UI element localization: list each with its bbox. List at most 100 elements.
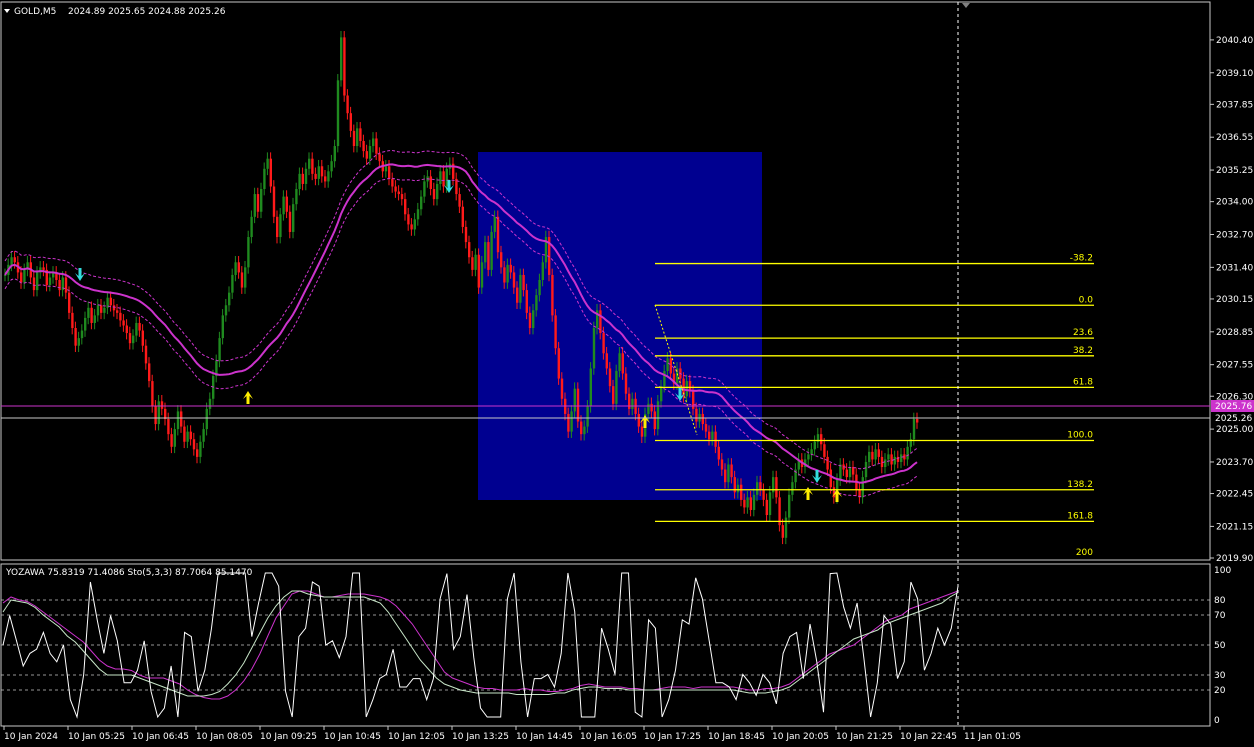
candle-body bbox=[263, 168, 266, 190]
time-tick-label: 10 Jan 09:25 bbox=[260, 732, 317, 742]
candle-body bbox=[23, 269, 26, 283]
dropdown-triangle-icon[interactable] bbox=[4, 9, 10, 13]
candle-body bbox=[740, 484, 743, 500]
candle-body bbox=[519, 274, 522, 303]
candle-body bbox=[237, 262, 240, 273]
candle-body bbox=[576, 388, 580, 422]
candle-body bbox=[112, 305, 116, 311]
time-axis[interactable]: 10 Jan 2024 10 Jan 05:25 10 Jan 06:45 10 Ja… bbox=[3, 726, 1021, 742]
candle-body bbox=[343, 37, 346, 96]
candle-body bbox=[292, 204, 295, 232]
candle-body bbox=[160, 401, 164, 409]
candle-body bbox=[592, 328, 596, 369]
candle-body bbox=[573, 388, 576, 412]
candle-body bbox=[144, 345, 148, 364]
candle-body bbox=[621, 353, 624, 374]
candle-body bbox=[221, 315, 224, 339]
price-axis[interactable]: 2040.40 2039.10 2037.85 2036.55 2035.25 2034.… bbox=[1210, 36, 1253, 564]
candle-body bbox=[602, 333, 605, 354]
candle-body bbox=[756, 482, 759, 495]
time-tick-label: 10 Jan 10:45 bbox=[324, 732, 381, 742]
candle-body bbox=[480, 262, 484, 288]
period-separator-marker bbox=[962, 3, 970, 8]
candle-body bbox=[138, 322, 141, 331]
candle-body bbox=[877, 449, 880, 457]
candle-body bbox=[48, 277, 52, 286]
indicator-levels: 100 80 70 50 30 20 0 bbox=[1, 566, 1231, 726]
candle-body bbox=[487, 242, 490, 270]
candle-body bbox=[301, 173, 304, 184]
candle-body bbox=[631, 398, 634, 409]
fib-level-label: 138.2 bbox=[1067, 480, 1093, 490]
candle-body bbox=[439, 171, 442, 184]
candle-body bbox=[176, 411, 180, 430]
candle-body bbox=[420, 196, 423, 210]
candle-body bbox=[656, 401, 660, 430]
candle-body bbox=[103, 307, 106, 313]
candle-body bbox=[874, 449, 877, 460]
candle-body bbox=[436, 183, 439, 200]
candle-body bbox=[484, 242, 487, 263]
candle-body bbox=[551, 274, 554, 316]
candle-body bbox=[397, 191, 400, 195]
candle-body bbox=[560, 378, 564, 399]
price-tick-label: 2037.85 bbox=[1216, 100, 1253, 110]
candle-body bbox=[416, 209, 420, 220]
candle-body bbox=[224, 305, 228, 316]
candle-body bbox=[183, 426, 186, 442]
candle-body bbox=[42, 267, 45, 270]
candle-body bbox=[58, 279, 61, 291]
ohlc-values: 2024.89 2025.65 2024.88 2025.26 bbox=[68, 7, 226, 17]
candle-body bbox=[608, 368, 612, 387]
candle-body bbox=[823, 444, 826, 457]
candle-body bbox=[474, 254, 477, 270]
candle-body bbox=[167, 418, 170, 435]
indicator-level-label: 80 bbox=[1214, 596, 1226, 606]
candle-body bbox=[512, 272, 516, 288]
symbol-label: GOLD,M5 bbox=[14, 7, 56, 17]
candle-body bbox=[580, 421, 583, 435]
candle-body bbox=[266, 158, 269, 169]
indicator-level-label: 20 bbox=[1214, 686, 1226, 696]
candle-body bbox=[365, 151, 368, 159]
trading-chart[interactable]: -38.20.023.638.261.8100.0138.2161.8200 G… bbox=[0, 0, 1254, 747]
candle-body bbox=[503, 267, 506, 283]
candle-body bbox=[282, 196, 285, 215]
time-tick-label: 10 Jan 14:45 bbox=[516, 732, 573, 742]
time-tick-label: 10 Jan 2024 bbox=[4, 732, 58, 742]
candle-body bbox=[704, 424, 708, 432]
time-tick-label: 10 Jan 08:05 bbox=[196, 732, 253, 742]
candle-body bbox=[743, 499, 746, 508]
candle-body bbox=[765, 499, 768, 516]
fib-level-label: 61.8 bbox=[1073, 377, 1093, 387]
candle-body bbox=[128, 333, 132, 344]
candle-body bbox=[868, 451, 871, 462]
candle-body bbox=[231, 274, 234, 293]
ma-upper-band bbox=[4, 149, 918, 470]
candle-body bbox=[493, 216, 496, 232]
candle-body bbox=[640, 426, 644, 437]
buy-arrow-icon bbox=[243, 391, 253, 404]
candle-body bbox=[378, 153, 381, 162]
time-tick-label: 10 Jan 20:05 bbox=[772, 732, 829, 742]
time-tick-label: 10 Jan 16:05 bbox=[580, 732, 637, 742]
stochastic-line bbox=[2, 590, 959, 697]
candle-body bbox=[650, 403, 653, 412]
candle-body bbox=[116, 310, 119, 313]
time-tick-label: 10 Jan 13:25 bbox=[452, 732, 509, 742]
candle-body bbox=[429, 176, 432, 190]
candle-body bbox=[871, 451, 874, 460]
candle-body bbox=[404, 199, 407, 215]
candle-body bbox=[368, 146, 372, 159]
candle-body bbox=[714, 431, 717, 447]
candle-body bbox=[522, 274, 525, 291]
candle-body bbox=[10, 257, 13, 265]
price-tick-label: 2032.70 bbox=[1216, 231, 1253, 241]
candle-body bbox=[93, 315, 96, 323]
candle-body bbox=[708, 431, 711, 440]
candle-body bbox=[218, 338, 221, 361]
candle-body bbox=[653, 411, 656, 430]
candle-body bbox=[36, 272, 39, 291]
fib-level-label: 23.6 bbox=[1073, 328, 1093, 338]
candle-body bbox=[295, 189, 298, 205]
